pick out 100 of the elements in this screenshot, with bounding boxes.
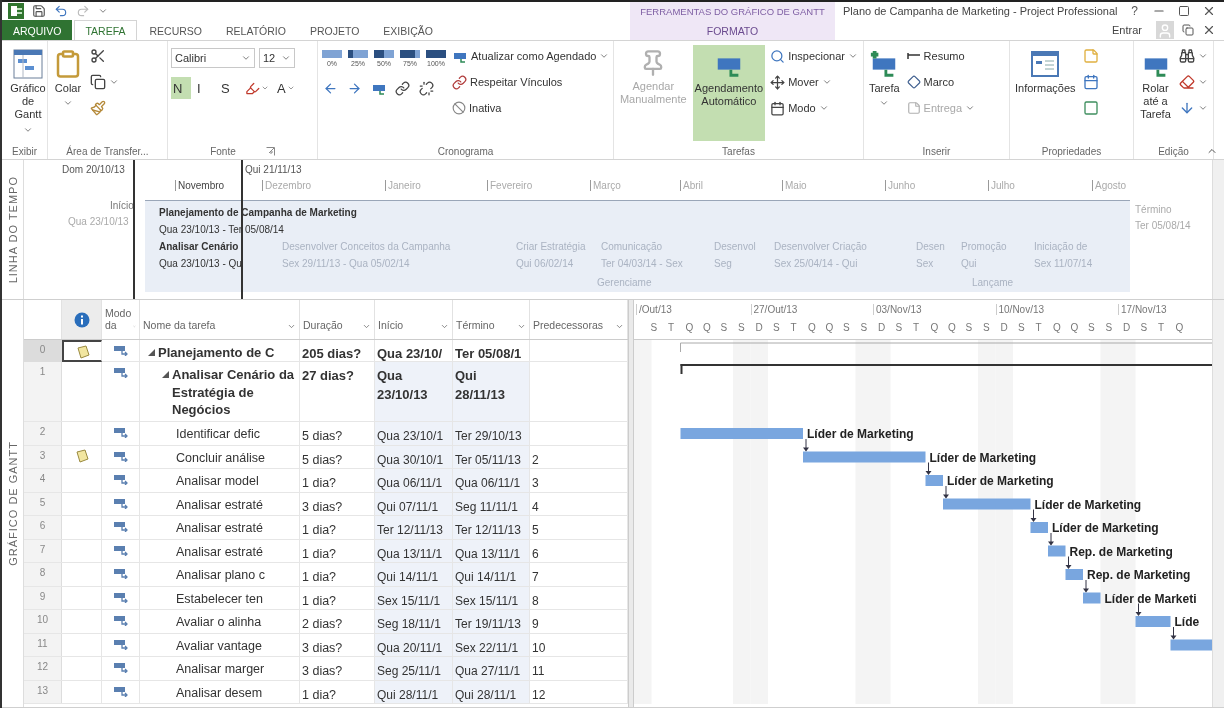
gantt-chart-label: GRÁFICO DE GANTT — [6, 441, 19, 566]
month-label: Março — [590, 180, 621, 191]
scrollbar[interactable] — [1212, 300, 1224, 707]
ribbon-tab[interactable]: RELATÓRIO — [215, 20, 297, 40]
day-label: Q — [1053, 322, 1061, 333]
ribbon-tab[interactable]: EXIBIÇÃO — [372, 20, 444, 40]
ribbon-button[interactable]: Atualizar como Agendado — [450, 45, 612, 67]
start-date: Qua 23/10/13 — [68, 216, 129, 227]
timeline-task-name: Desenvolver Conceitos da Campanha — [282, 241, 451, 252]
finish-cell: Ter 19/11/13 — [455, 617, 521, 631]
row-number: 5 — [24, 492, 62, 515]
duration-cell: 3 dias? — [302, 499, 343, 514]
start-cell: Qui 07/11/1 — [377, 499, 439, 514]
start-cell: Seg 18/11/1 — [377, 617, 441, 631]
column-header[interactable]: Predecessoras — [530, 300, 628, 339]
font-size-field[interactable]: 12 — [259, 48, 295, 68]
format-button[interactable]: S — [219, 77, 239, 99]
collapse-icon[interactable] — [148, 349, 155, 356]
ribbon-button[interactable]: Mover — [768, 71, 860, 93]
row-number: 1 — [24, 362, 62, 421]
finish-cell: Qua 06/11/1 — [455, 476, 521, 490]
finish-cell: Qua 13/11/1 — [455, 546, 521, 561]
ribbon-button[interactable]: Resumo — [904, 45, 978, 67]
predecessor-cell: 12 — [532, 687, 546, 702]
ribbon-button[interactable]: Agendamento Automático — [692, 45, 766, 141]
progress-bar-icon — [374, 49, 394, 59]
ribbon-button[interactable]: Inativa — [450, 97, 612, 119]
ribbon-tab[interactable]: RECURSO — [138, 20, 213, 40]
collapse-icon[interactable] — [162, 371, 169, 378]
ribbon-button[interactable]: Rolar até a Tarefa — [1137, 45, 1174, 141]
ribbon-button[interactable]: Modo — [768, 97, 860, 119]
cut-icon — [90, 48, 106, 64]
format-button[interactable]: A — [275, 77, 297, 99]
month-label: Fevereiro — [487, 180, 533, 191]
task-bar — [1065, 569, 1083, 580]
caret-icon — [848, 51, 858, 61]
timeline-task-dates: Sex — [916, 258, 934, 269]
predecessor-cell: 2 — [532, 452, 539, 467]
month-label: Novembro — [175, 180, 225, 191]
ribbon-button[interactable]: Marco — [904, 71, 978, 93]
ribbon-tab[interactable]: ARQUIVO — [2, 20, 73, 40]
fill-down-icon — [1179, 100, 1195, 116]
timeline-task-dates: Qui — [961, 258, 977, 269]
ribbon-button[interactable]: Gráfico de Gantt — [5, 45, 51, 141]
save-icon[interactable] — [32, 4, 46, 18]
resource-label: Rep. de Marketing — [1069, 544, 1173, 559]
task-name: Analisar model — [176, 473, 259, 490]
caret-icon — [1198, 103, 1208, 113]
column-header[interactable]: Término — [453, 300, 530, 339]
day-label: S — [738, 322, 745, 333]
finish-cell: Ter 05/11/13 — [455, 452, 521, 467]
group-label: Edição — [1158, 145, 1189, 157]
column-header[interactable] — [62, 300, 102, 339]
help-button[interactable]: ? — [1129, 4, 1140, 18]
finish-cell: Qua 27/11/1 — [455, 664, 521, 678]
column-header[interactable]: Modo da — [102, 300, 140, 339]
start-cell: Qua 23/10/ — [377, 346, 443, 361]
column-header[interactable]: Nome da tarefa — [140, 300, 300, 339]
task-name: Identificar defic — [176, 426, 261, 443]
redo-icon[interactable] — [76, 4, 90, 18]
ribbon-button[interactable]: Informações — [1013, 45, 1078, 141]
ribbon-button[interactable]: Tarefa — [867, 45, 902, 141]
start-cell: Qua 20/11/1 — [377, 640, 443, 655]
font-name-field[interactable]: Calibri — [171, 48, 255, 68]
restore-button[interactable] — [1182, 24, 1194, 36]
column-header[interactable]: Duração — [300, 300, 375, 339]
task-name: Analisar marger — [176, 661, 265, 678]
task-name: Analisar desem — [176, 684, 263, 702]
ribbon-button[interactable]: Inspecionar — [768, 45, 860, 67]
day-label: T — [913, 322, 920, 333]
scrollbar[interactable] — [1212, 160, 1224, 299]
note-icon — [75, 345, 90, 359]
ribbon-tab[interactable]: TAREFA — [74, 20, 137, 40]
dialog-launcher-icon[interactable] — [265, 146, 275, 156]
close-button[interactable] — [1202, 23, 1216, 37]
resource-label: Líder de Marketing — [947, 474, 1054, 488]
timeline-task-name: Desenvol — [714, 241, 756, 252]
progress-bar-icon — [322, 49, 342, 59]
format-button[interactable]: N — [171, 77, 191, 99]
caret-icon — [261, 84, 269, 92]
ribbon-button[interactable]: Respeitar Vínculos — [450, 71, 612, 93]
resource-label: Líder de Marketing — [807, 427, 914, 441]
ribbon-button[interactable]: Colar — [51, 45, 85, 141]
timeline-date: Qui 21/11/13 — [245, 164, 302, 175]
day-label: D — [1000, 322, 1008, 333]
close-button[interactable] — [1202, 4, 1216, 18]
maximize-button[interactable] — [1178, 5, 1190, 17]
format-button[interactable]: I — [195, 77, 215, 99]
week-label: 17/Nov/13 — [1118, 304, 1167, 315]
close-icon — [1202, 4, 1216, 18]
ribbon-tab[interactable]: PROJETO — [298, 20, 371, 40]
group-label: Área de Transfer... — [66, 145, 149, 157]
day-label: T — [668, 322, 675, 333]
sign-in-link[interactable]: Entrar — [1106, 23, 1148, 37]
task-mode-icon — [112, 366, 129, 378]
indicator-cell[interactable] — [62, 340, 102, 362]
progress-bar-icon — [348, 49, 368, 59]
undo-icon[interactable] — [54, 4, 68, 18]
finish-date: Ter 05/08/14 — [1135, 220, 1191, 231]
column-header[interactable]: Início — [375, 300, 453, 339]
